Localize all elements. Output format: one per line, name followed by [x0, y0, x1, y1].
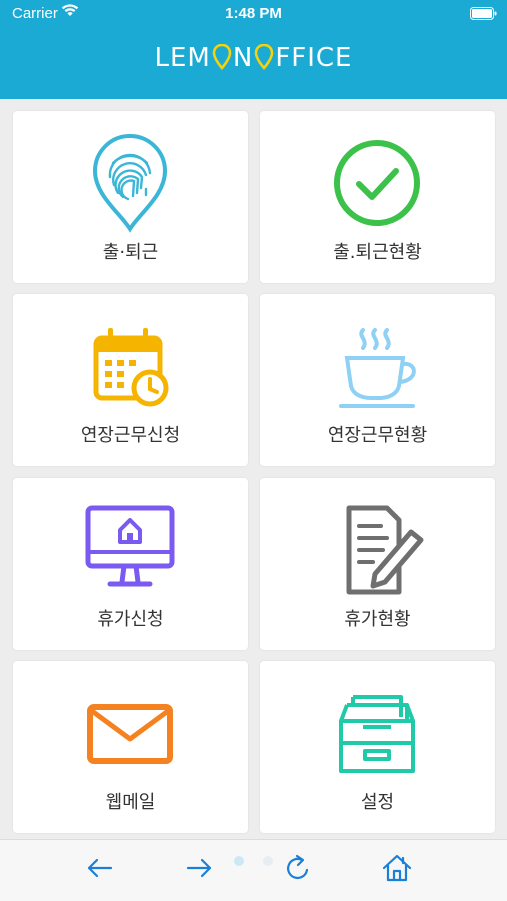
location-pin-icon	[255, 44, 274, 70]
coffee-cup-icon	[339, 328, 416, 408]
check-circle-icon	[334, 140, 420, 226]
forward-button[interactable]	[183, 852, 215, 884]
menu-tile-settings[interactable]: 설정	[260, 661, 495, 833]
menu-tile-check-in-out[interactable]: 출·퇴근	[13, 111, 248, 283]
page-indicator-dot	[263, 856, 273, 866]
archive-drawer-icon	[339, 695, 415, 773]
menu-tile-overtime-status[interactable]: 연장근무현황	[260, 294, 495, 466]
app-header: Carrier 1:48 PM LEM N FFICE	[0, 0, 507, 99]
document-edit-icon	[346, 505, 424, 595]
arrow-left-icon	[87, 858, 113, 878]
page-indicator-dot	[234, 856, 244, 866]
location-pin-icon	[212, 44, 232, 70]
battery-icon	[470, 7, 497, 24]
menu-tile-webmail[interactable]: 웹메일	[13, 661, 248, 833]
monitor-home-icon	[85, 505, 175, 587]
menu-label: 휴가현황	[344, 609, 411, 630]
browser-toolbar	[0, 839, 507, 901]
logo-word-left: LEM N	[154, 43, 254, 73]
menu-tile-overtime-request[interactable]: 연장근무신청	[13, 294, 248, 466]
mail-envelope-icon	[87, 704, 173, 764]
app-logo: LEM N FFICE	[0, 43, 507, 73]
arrow-right-icon	[186, 858, 212, 878]
menu-tile-check-in-status[interactable]: 출.퇴근현황	[260, 111, 495, 283]
menu-label: 휴가신청	[97, 609, 164, 630]
menu-label: 웹메일	[105, 792, 156, 813]
refresh-button[interactable]	[282, 852, 314, 884]
home-icon	[382, 854, 412, 882]
menu-label: 출·퇴근	[102, 242, 159, 263]
status-bar: Carrier 1:48 PM	[0, 0, 507, 28]
menu-grid: 출·퇴근 출.퇴근현황 연장근무신청 연장근무현황 휴가신청 휴가현황 웹메일 …	[0, 99, 507, 839]
back-button[interactable]	[84, 852, 116, 884]
home-button[interactable]	[381, 852, 413, 884]
refresh-icon	[287, 854, 309, 880]
menu-label: 연장근무현황	[327, 425, 428, 446]
menu-label: 연장근무신청	[80, 425, 181, 446]
calendar-clock-icon	[93, 328, 169, 407]
menu-label: 설정	[360, 792, 395, 813]
menu-tile-leave-request[interactable]: 휴가신청	[13, 478, 248, 650]
logo-word-right: FFICE	[253, 43, 352, 73]
menu-tile-leave-status[interactable]: 휴가현황	[260, 478, 495, 650]
status-time: 1:48 PM	[225, 5, 282, 22]
fingerprint-pin-icon	[92, 134, 168, 233]
menu-label: 출.퇴근현황	[333, 242, 422, 263]
